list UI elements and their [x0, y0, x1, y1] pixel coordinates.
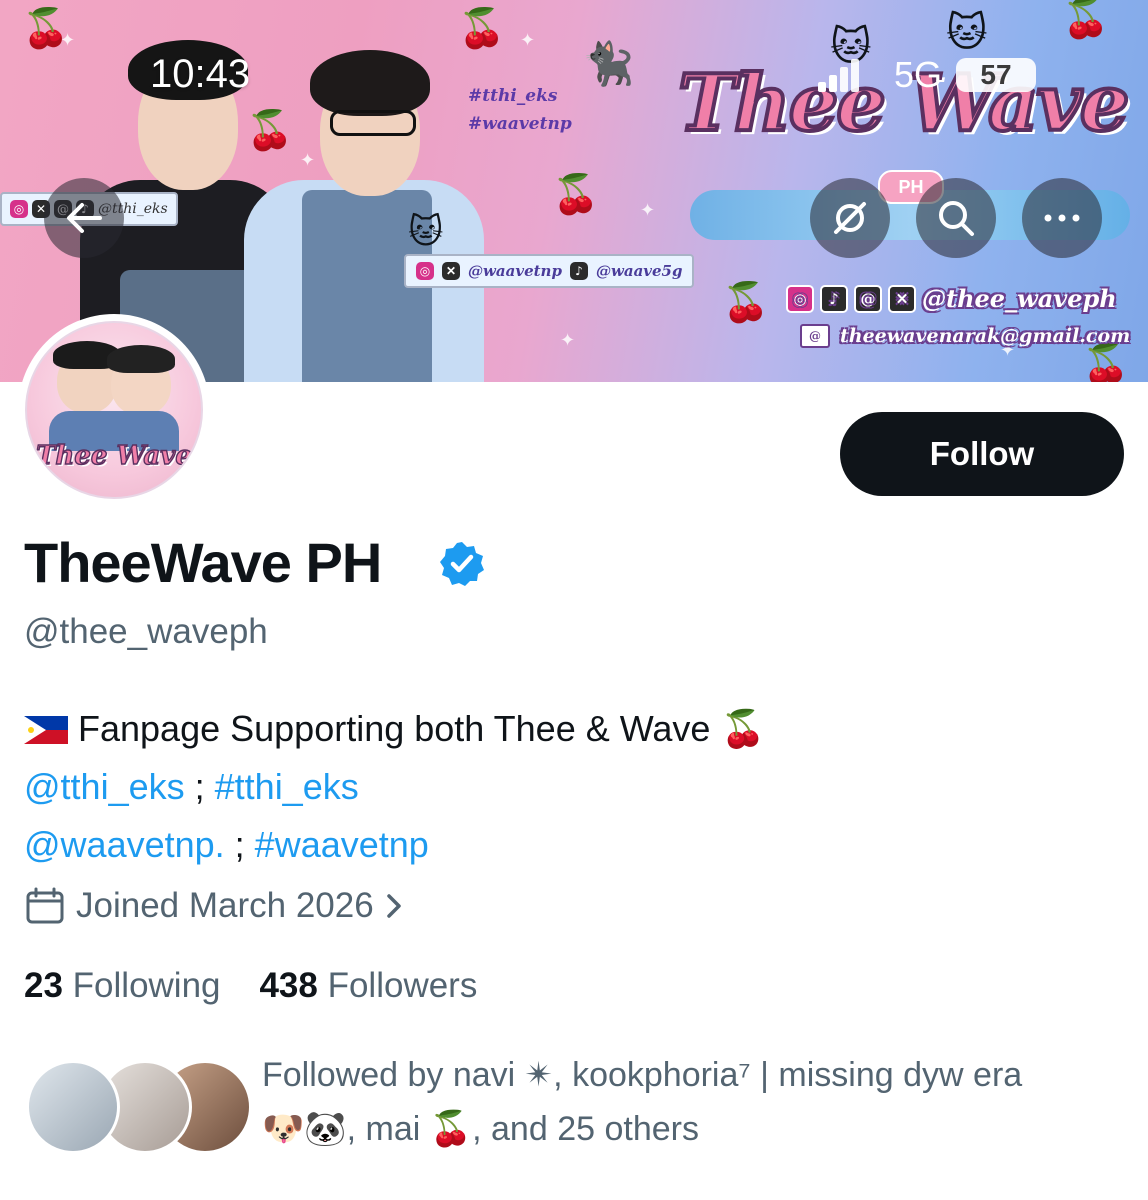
banner-person-right — [244, 30, 494, 382]
banner-hashtag-2: #waavetnp — [468, 114, 572, 134]
banner-email: @ theewavenarak@gmail.com — [800, 324, 1130, 348]
cherry-decoration: 🍒 — [722, 282, 770, 324]
following-label: Following — [72, 966, 221, 1005]
following-count: 23 — [24, 966, 63, 1005]
sparkle-decoration: ✦ — [560, 330, 576, 350]
tiktok-icon: ♪ — [569, 262, 588, 280]
grok-button[interactable] — [810, 178, 890, 258]
signal-icon — [818, 58, 860, 92]
profile-avatar[interactable]: Thee Wave — [18, 314, 210, 506]
bio-hashtag-waave[interactable]: #waavetnp — [255, 824, 429, 865]
instagram-icon: ◎ — [10, 200, 28, 218]
instagram-icon: ◎ — [786, 284, 814, 313]
grok-icon — [834, 202, 866, 234]
banner-social-handle-2: @waave5g — [595, 262, 683, 280]
banner-right-handle: ◎ ♪ @ ✕ @thee_waveph — [786, 284, 1117, 313]
cherry-emoji: 🍒 — [720, 708, 766, 749]
search-icon — [939, 201, 974, 236]
x-icon: ✕ — [888, 284, 916, 313]
battery-icon: 57 — [956, 58, 1036, 92]
follow-button[interactable]: Follow — [840, 412, 1124, 496]
followers-label: Followers — [327, 966, 478, 1005]
avatar — [26, 1060, 120, 1154]
profile-banner[interactable]: ✦ ✦ ✦ ✦ ✦ ✦ 🍒 🍒 🍒 🍒 🍒 🍒 🍒 #tthi_eks #waa… — [0, 0, 1148, 382]
network-type: 5G — [894, 54, 943, 95]
bio-hashtag-tthi[interactable]: #tthi_eks — [215, 766, 359, 807]
bio-separator: ; — [184, 766, 215, 807]
followers-count: 438 — [259, 966, 318, 1005]
verified-badge-icon[interactable] — [438, 540, 486, 588]
banner-handle-text: @thee_waveph — [922, 284, 1117, 313]
back-button[interactable] — [44, 178, 124, 258]
profile-handle: @thee_waveph — [24, 612, 268, 651]
banner-social-handle-1: @waavetnp — [468, 262, 562, 280]
cherry-decoration: 🍒 — [1082, 344, 1130, 382]
cherry-decoration: 🍒 — [1062, 0, 1110, 40]
followed-by-text[interactable]: Followed by navi ✴, kookphoria⁷ | missin… — [262, 1048, 1122, 1156]
joined-date-text: Joined March 2026 — [76, 886, 374, 925]
threads-icon: @ — [854, 284, 882, 313]
more-options-button[interactable] — [1022, 178, 1102, 258]
search-button[interactable] — [916, 178, 996, 258]
bio-line-2: @tthi_eks ; #tthi_eks — [24, 758, 765, 816]
avatar-logo-title: Thee Wave — [35, 440, 192, 471]
joined-date-row[interactable]: Joined March 2026 — [24, 886, 404, 926]
bio-line-1: Fanpage Supporting both Thee & Wave 🍒 — [24, 700, 765, 758]
followers-link[interactable]: 438 Followers — [259, 966, 477, 1005]
black-cat-decoration: 🐈‍⬛ — [582, 40, 635, 87]
more-icon — [1044, 214, 1080, 222]
calendar-icon — [26, 887, 64, 924]
follow-stats: 23 Following 438 Followers — [24, 966, 477, 1006]
mail-icon: @ — [800, 324, 830, 348]
x-icon: ✕ — [442, 262, 460, 280]
banner-hashtags: #tthi_eks #waavetnp — [468, 82, 572, 138]
cherry-decoration: 🍒 — [552, 174, 600, 216]
bio-text: Fanpage Supporting both Thee & Wave — [78, 708, 711, 749]
sparkle-decoration: ✦ — [520, 30, 536, 50]
tiktok-icon: ♪ — [820, 284, 848, 313]
followed-by-avatars[interactable] — [26, 1060, 252, 1154]
chevron-right-icon — [386, 894, 401, 918]
status-time: 10:43 — [150, 52, 251, 96]
bio-line-3: @waavetnp. ; #waavetnp — [24, 816, 765, 874]
instagram-icon: ◎ — [416, 262, 434, 280]
profile-display-name: TheeWave PH — [24, 531, 382, 594]
followed-by-line-1: Followed by navi ✴, kookphoria⁷ | missin… — [262, 1056, 1023, 1094]
cat-sticker-decoration: 🐱 — [408, 213, 444, 251]
bio-mention-tthi[interactable]: @tthi_eks — [24, 766, 185, 807]
arrow-left-icon — [67, 203, 102, 233]
banner-email-text: theewavenarak@gmail.com — [840, 325, 1131, 347]
following-link[interactable]: 23 Following — [24, 966, 221, 1005]
sparkle-decoration: ✦ — [640, 200, 656, 220]
cherry-decoration: 🍒 — [22, 8, 70, 50]
banner-socials-box: ◎ ✕ @waavetnp ♪ @waave5g — [404, 254, 695, 288]
glasses-decoration — [330, 110, 416, 136]
philippines-flag-icon — [24, 716, 68, 744]
banner-hashtag-1: #tthi_eks — [468, 86, 558, 106]
avatar-image: Thee Wave — [25, 321, 203, 499]
bio-mention-waave[interactable]: @waavetnp. — [24, 824, 225, 865]
profile-bio: Fanpage Supporting both Thee & Wave 🍒 @t… — [24, 700, 765, 874]
bio-separator: ; — [224, 824, 255, 865]
followed-by-line-2: 🐶🐼, mai 🍒, and 25 others — [262, 1110, 699, 1148]
cat-decoration: 🐱 — [946, 11, 988, 55]
